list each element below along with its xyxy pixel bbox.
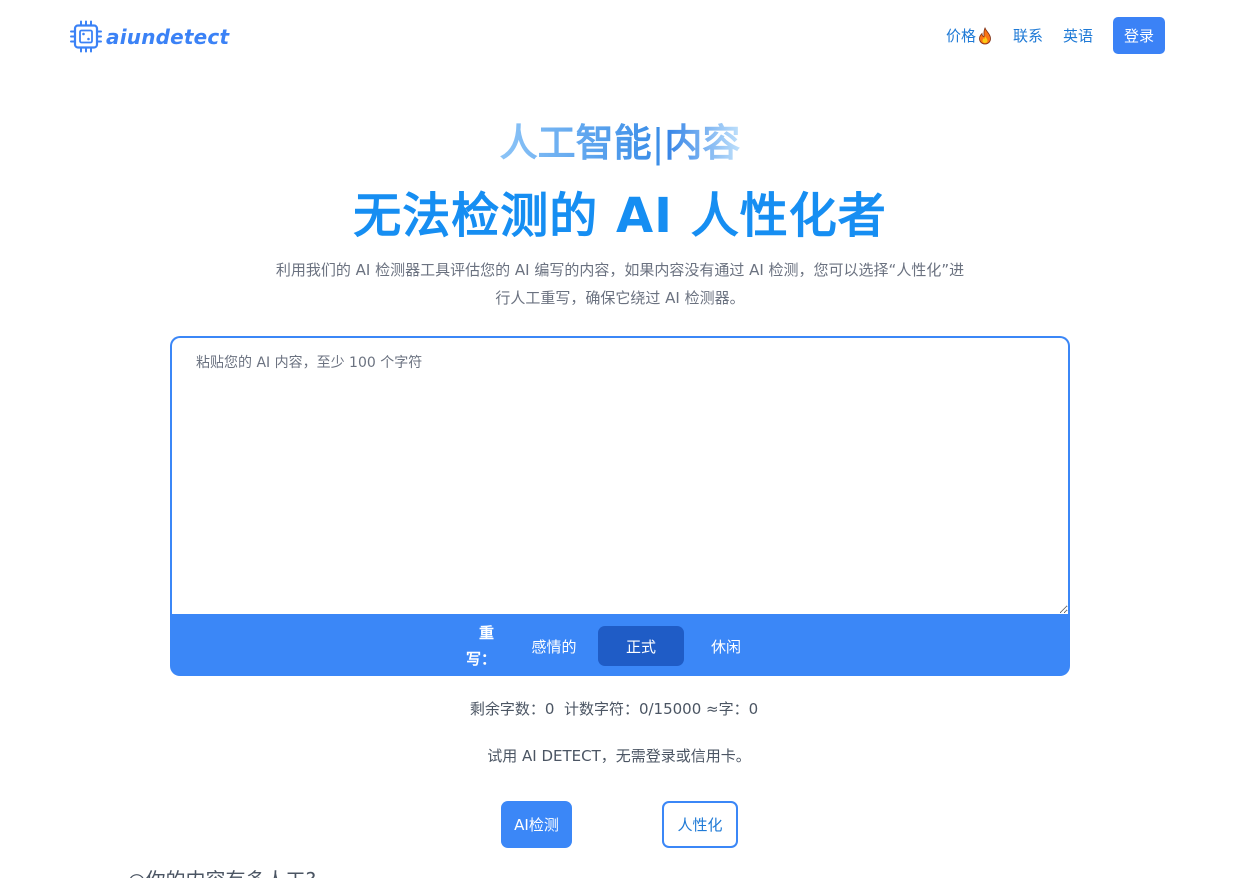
nav-contact[interactable]: 联系 — [1013, 25, 1043, 46]
mode-formal-button[interactable]: 正式 — [598, 626, 684, 666]
eyebrow-part-1: 人工智能 — [499, 121, 652, 165]
flame-icon — [979, 26, 991, 44]
chip-icon — [70, 20, 102, 53]
mode-emotional-button[interactable]: 感情的 — [526, 626, 582, 666]
page-title: 无法检测的 AI 人性化者 — [353, 188, 887, 244]
ai-detect-button[interactable]: AI检测 — [501, 801, 572, 848]
hero-subtitle: 利用我们的 AI 检测器工具评估您的 AI 编写的内容，如果内容没有通过 AI … — [275, 261, 965, 307]
top-nav: 价格 联系 英语 登录 — [946, 17, 1165, 54]
rewrite-label: 重写： — [466, 624, 497, 668]
word-count-status: 剩余字数：0 计数字符：0/15000 ≈字：0 — [469, 700, 759, 718]
typing-cursor: | — [651, 121, 665, 165]
humanize-button[interactable]: 人性化 — [662, 801, 738, 848]
nav-pricing-label: 价格 — [945, 27, 976, 45]
brand-logo[interactable]: aiundetect — [70, 20, 229, 53]
editor-card: 重写： 感情的 正式 休闲 — [170, 336, 1070, 676]
eyebrow-part-2: 内容 — [664, 121, 741, 165]
rewrite-mode-bar: 重写： 感情的 正式 休闲 — [170, 614, 1070, 676]
login-button[interactable]: 登录 — [1113, 17, 1165, 54]
faq-heading: ○你的内容有多人工? — [128, 864, 316, 878]
brand-name: aiundetect — [106, 24, 230, 49]
nav-language[interactable]: 英语 — [1063, 25, 1093, 46]
site-header: aiundetect 价格 联系 英语 登录 — [0, 0, 1260, 72]
content-input[interactable] — [172, 338, 1068, 614]
nav-pricing[interactable]: 价格 — [946, 25, 993, 46]
hero-eyebrow: 人工智能|内容 — [0, 112, 1240, 167]
mode-casual-button[interactable]: 休闲 — [700, 626, 752, 666]
trial-note: 试用 AI DETECT，无需登录或信用卡。 — [487, 747, 751, 765]
